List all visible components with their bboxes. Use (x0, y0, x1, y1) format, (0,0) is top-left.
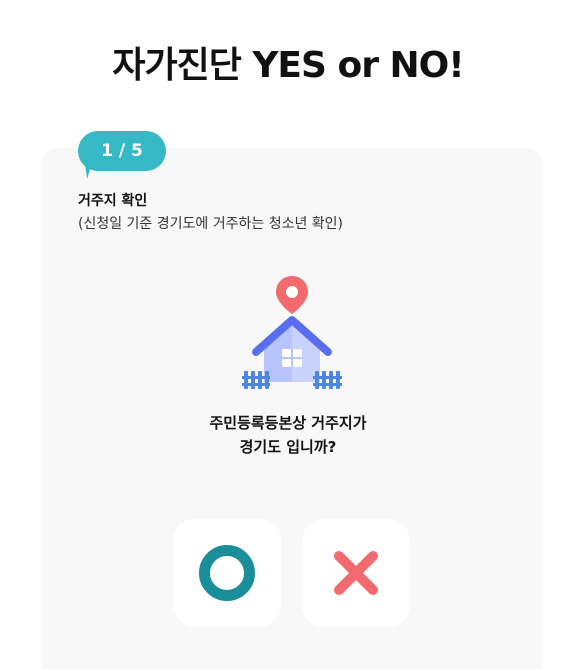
circle-o-icon (199, 545, 255, 601)
fence-left-icon (242, 371, 270, 389)
location-pin-icon (276, 276, 308, 314)
page-title: 자가진단 YES or NO! (112, 45, 464, 86)
yes-button[interactable] (173, 519, 281, 627)
house-location-icon (242, 276, 342, 389)
step-title: 거주지 확인 (78, 193, 148, 209)
question-text: 주민등록등본상 거주지가 경기도 입니까? (0, 411, 576, 459)
question-line-2: 경기도 입니까? (239, 438, 337, 456)
question-line-1: 주민등록등본상 거주지가 (209, 414, 367, 432)
x-icon (334, 551, 378, 595)
no-button[interactable] (302, 519, 410, 627)
step-counter-badge: 1 / 5 (78, 131, 166, 171)
step-subtitle: (신청일 기준 경기도에 거주하는 청소년 확인) (78, 216, 344, 232)
fence-right-icon (313, 371, 342, 389)
page: 자가진단 YES or NO! 1 / 5 거주지 확인 (신청일 기준 경기도… (0, 0, 576, 669)
